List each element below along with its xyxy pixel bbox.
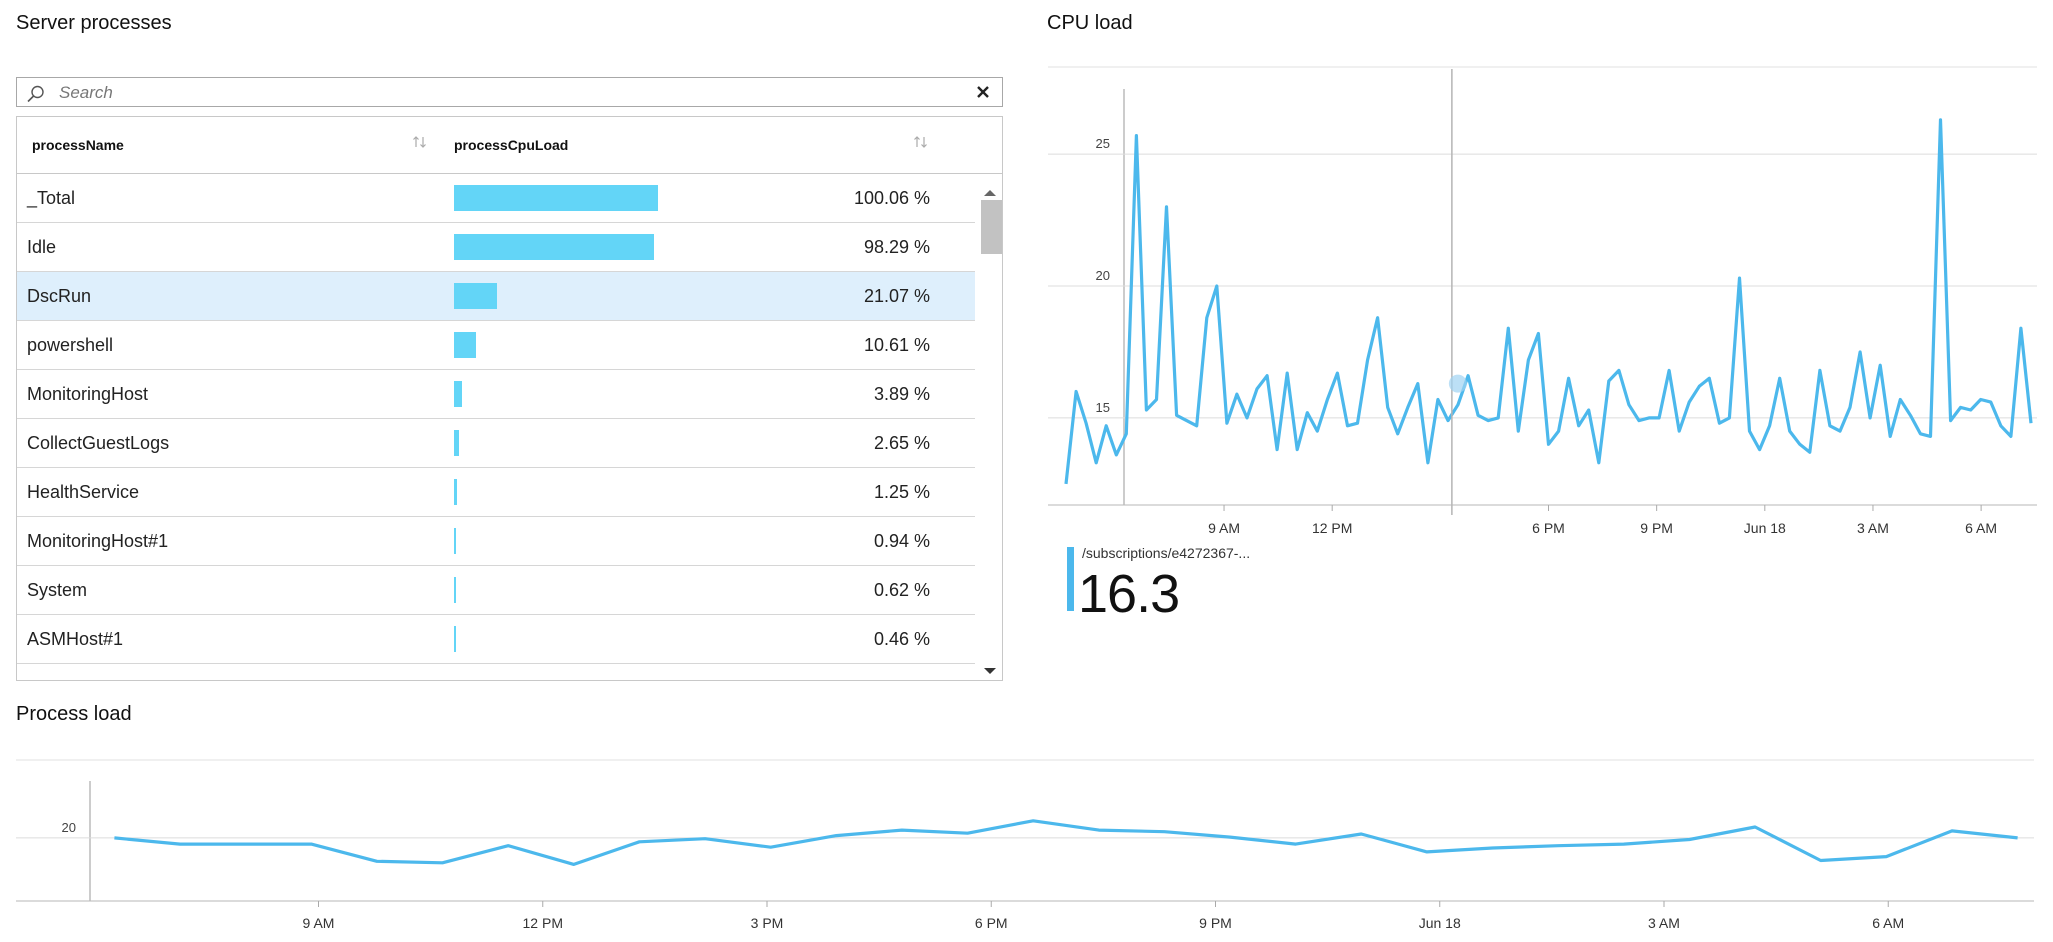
process-name-cell: HealthService [27, 482, 140, 502]
process-name-cell: _Total [27, 188, 76, 208]
table-row[interactable]: _Total 100.06 % [17, 174, 975, 223]
table-row[interactable]: MonitoringHost 3.89 % [17, 370, 975, 419]
x-tick-label: 6 PM [1532, 520, 1565, 536]
y-tick-label: 20 [1096, 268, 1110, 283]
process-grid: processName processCpuLoad _Total 100.06 … [16, 116, 1003, 681]
process-name-cell: ASMHost#1 [27, 629, 124, 649]
y-tick-label: 25 [1096, 136, 1110, 151]
process-name-cell: MonitoringHost [27, 384, 149, 404]
cpu-load-bar [454, 185, 658, 211]
series-line [1064, 118, 2033, 485]
x-tick-label: 3 AM [1648, 915, 1680, 931]
series-line [114, 819, 2018, 867]
sort-icon [914, 136, 927, 148]
x-tick-label: Jun 18 [1419, 915, 1461, 931]
y-tick-label: 20 [62, 820, 76, 835]
x-tick-label: 9 AM [303, 915, 335, 931]
table-row[interactable]: Idle 98.29 % [17, 223, 975, 272]
table-row[interactable]: MonitoringHost#1 0.94 % [17, 517, 975, 566]
crosshair-marker [1448, 374, 1467, 393]
table-row[interactable]: System 0.62 % [17, 566, 975, 615]
x-tick-label: Jun 18 [1744, 520, 1786, 536]
cpu-load-bar [454, 479, 457, 505]
x-tick-label: 3 PM [751, 915, 784, 931]
x-tick-label: 9 PM [1199, 915, 1232, 931]
cpu-load-value-cell: 2.65 % [873, 433, 930, 453]
close-icon [977, 86, 989, 98]
process-name-cell: DscRun [27, 286, 92, 306]
cpu-load-value-cell: 0.46 % [873, 629, 930, 649]
search-input[interactable] [57, 80, 941, 106]
process-name-cell: Idle [27, 237, 57, 257]
process-load-title: Process load [16, 703, 132, 725]
search-icon [25, 84, 47, 109]
cpu-load-bar [454, 381, 462, 407]
x-tick-label: 6 AM [1872, 915, 1904, 931]
legend-value: 16.3 [1078, 564, 1180, 624]
y-tick-label: 15 [1096, 400, 1110, 415]
x-tick-label: 12 PM [1312, 520, 1352, 536]
legend-swatch [1067, 547, 1074, 611]
cpu-load-value-cell: 3.89 % [873, 384, 930, 404]
cpu-load-value-cell: 98.29 % [863, 237, 930, 257]
cpu-load-bar [454, 430, 460, 456]
sort-icon [413, 136, 426, 148]
process-name-cell: MonitoringHost#1 [27, 531, 169, 551]
x-tick-label: 12 PM [523, 915, 563, 931]
scroll-down-icon [984, 668, 996, 674]
sort-process-cpu-load-button[interactable] [913, 135, 929, 154]
scroll-down-button[interactable] [983, 662, 997, 680]
grid-rows: _Total 100.06 % Idle 98.29 % DscRun 21.07 % po… [17, 174, 975, 664]
process-load-chart[interactable]: 20 9 AM 12 PM 3 PM 6 PM 9 PM Jun 18 3 AM 6 AM [14, 750, 2044, 940]
x-tick-label: 3 AM [1857, 520, 1889, 536]
cpu-load-bar [454, 577, 456, 603]
scrollbar-thumb[interactable] [981, 200, 1002, 254]
cpu-load-value-cell: 21.07 % [863, 286, 930, 306]
table-row[interactable]: HealthService 1.25 % [17, 468, 975, 517]
cpu-load-bar [454, 234, 655, 260]
x-tick-label: 6 AM [1965, 520, 1997, 536]
server-processes-title: Server processes [16, 12, 172, 34]
clear-search-button[interactable] [974, 83, 992, 106]
cpu-load-bar [454, 332, 476, 358]
cpu-load-value-cell: 0.62 % [873, 580, 930, 600]
table-row[interactable]: powershell 10.61 % [17, 321, 975, 370]
cpu-load-title: CPU load [1047, 12, 1133, 34]
column-header-process-cpu-load[interactable]: processCpuLoad [454, 137, 568, 153]
cpu-load-value-cell: 0.94 % [873, 531, 930, 551]
x-tick-label: 9 AM [1208, 520, 1240, 536]
process-name-cell: powershell [27, 335, 114, 355]
sort-process-name-button[interactable] [412, 135, 428, 154]
cpu-load-value-cell: 10.61 % [863, 335, 930, 355]
cpu-load-bar [454, 528, 456, 554]
scroll-up-icon [984, 190, 996, 196]
cpu-load-value-cell: 1.25 % [873, 482, 930, 502]
table-row[interactable]: CollectGuestLogs 2.65 % [17, 419, 975, 468]
search-box [16, 77, 1003, 107]
cpu-load-bar [454, 626, 456, 652]
cpu-load-chart[interactable]: 15 20 25 9 AM 12 PM 6 PM 9 PM Jun 18 3 AM 6 AM [1040, 55, 2040, 540]
x-tick-label: 6 PM [975, 915, 1008, 931]
process-name-cell: CollectGuestLogs [27, 433, 170, 453]
column-header-process-name[interactable]: processName [32, 137, 124, 153]
legend-series-label: /subscriptions/e4272367-... [1082, 545, 1251, 561]
table-row[interactable]: ASMHost#1 0.46 % [17, 615, 975, 664]
cpu-load-bar [454, 283, 497, 309]
grid-scrollbar[interactable] [977, 174, 1002, 680]
process-name-cell: System [27, 580, 88, 600]
x-tick-label: 9 PM [1640, 520, 1673, 536]
grid-header: processName processCpuLoad [17, 117, 1002, 174]
table-row[interactable]: DscRun 21.07 % [17, 272, 975, 321]
cpu-load-value-cell: 100.06 % [853, 188, 930, 208]
